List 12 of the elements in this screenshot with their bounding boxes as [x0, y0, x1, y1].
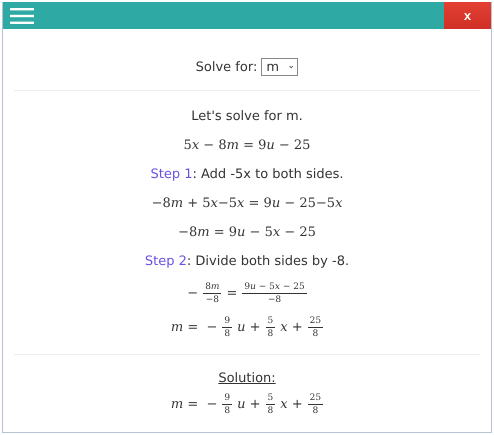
equation: 5x − 8m = 9u − 25 — [184, 137, 310, 155]
solve-for-label: Solve for: — [196, 60, 258, 74]
explanation-text: Let's solve for m. — [191, 108, 303, 126]
step-instruction: Step 1: Add -5x to both sides. — [150, 166, 344, 184]
equation: −8m + 5x−5x = 9u − 25−5x — [152, 195, 342, 213]
solution-heading: Solution: — [218, 371, 276, 386]
close-button[interactable]: x — [444, 2, 491, 29]
menu-icon[interactable] — [10, 6, 34, 24]
step-instruction: Step 2: Divide both sides by -8. — [144, 253, 350, 271]
caret-icon[interactable] — [289, 64, 294, 70]
variable-dropdown[interactable]: m — [261, 58, 298, 76]
equation: −8m = 9u − 5x − 25 — [178, 224, 316, 242]
